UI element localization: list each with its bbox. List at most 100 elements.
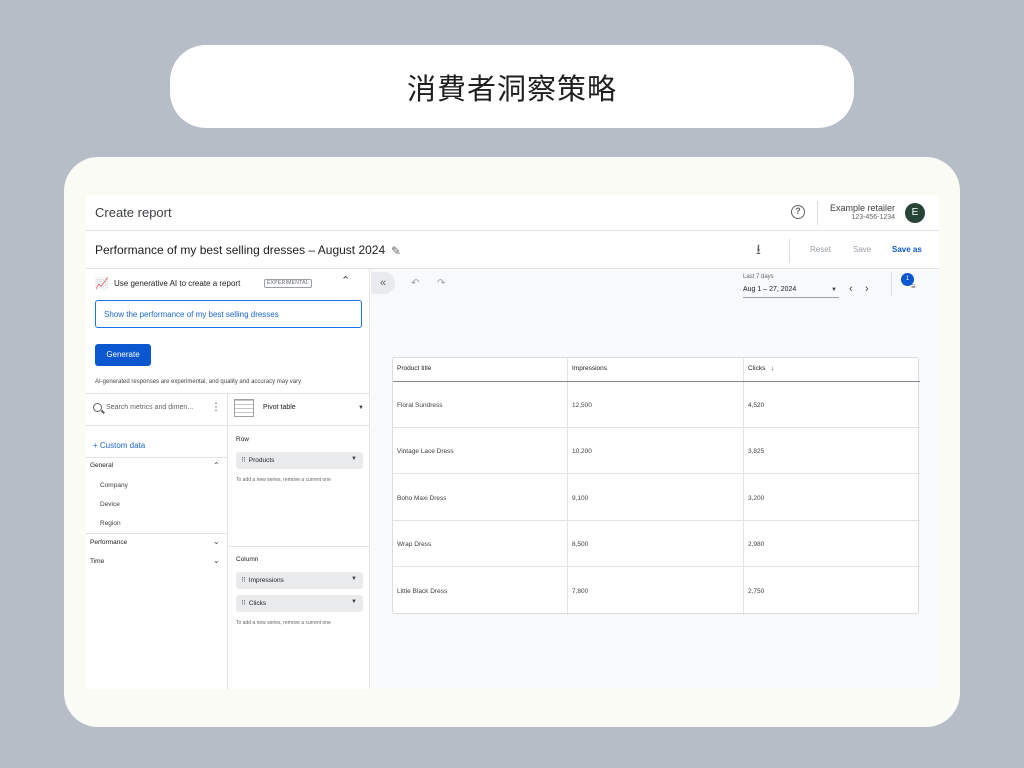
group-time[interactable]: Time <box>90 558 104 565</box>
column-section-label: Column <box>236 556 259 563</box>
header-label: Clicks <box>748 365 766 372</box>
column-chip[interactable]: ⠿ Impressions ▼ <box>236 572 363 589</box>
column-header-clicks[interactable]: Clicks ↓ <box>744 358 920 382</box>
group-performance[interactable]: Performance <box>90 539 127 546</box>
slide-title-pill: 消費者洞察策略 <box>170 45 854 128</box>
table-cell: Floral Sundress <box>393 382 568 428</box>
visualization-column: Pivot table ▼ Row ⠿ Products ▼ To add a n… <box>229 394 370 689</box>
dropdown-caret-icon[interactable]: ▼ <box>351 599 357 605</box>
divider <box>817 201 818 225</box>
page-title: Create report <box>95 205 172 220</box>
chevron-down-icon[interactable]: ⌄ <box>213 537 220 546</box>
divider <box>86 425 228 426</box>
collapse-panel-button[interactable]: « <box>371 272 395 294</box>
sort-arrow-icon[interactable]: ↓ <box>771 365 774 372</box>
slide-title: 消費者洞察策略 <box>406 71 617 106</box>
reset-button[interactable]: Reset <box>810 245 831 254</box>
divider <box>86 457 228 458</box>
table-cell: Wrap Dress <box>393 521 568 567</box>
dropdown-caret-icon[interactable]: ▼ <box>831 287 837 293</box>
table-cell: 9,100 <box>568 475 744 521</box>
table-cell: 12,500 <box>568 382 744 428</box>
ai-disclaimer: AI-generated responses are experimental,… <box>95 379 302 385</box>
avatar[interactable]: E <box>905 203 925 223</box>
ai-panel-label: Use generative AI to create a report <box>114 279 241 288</box>
table-cell: Little Black Dress <box>397 588 448 595</box>
chip-label: Clicks <box>248 600 267 607</box>
drag-handle-icon[interactable]: ⠿ <box>241 577 246 584</box>
chevron-left-icon[interactable]: ‹ <box>849 283 853 295</box>
chevron-right-icon[interactable]: › <box>865 283 869 295</box>
chip-label: Impressions <box>248 577 284 584</box>
left-panel: 📈 Use generative AI to create a report E… <box>86 269 370 689</box>
viz-type-select[interactable]: Pivot table <box>263 404 296 411</box>
date-range-underline <box>743 297 839 298</box>
divider <box>229 546 370 547</box>
divider <box>789 239 790 263</box>
drag-handle-icon[interactable]: ⠿ <box>241 457 246 464</box>
table-cell: 8,500 <box>568 521 744 567</box>
filter-icon[interactable]: ≡ <box>911 282 916 291</box>
screenshot-card: Create report ? Example retailer 123-456… <box>64 157 960 727</box>
dropdown-caret-icon[interactable]: ▼ <box>351 456 357 462</box>
date-range-label: Last 7 days <box>743 274 774 280</box>
drag-handle-icon[interactable]: ⠿ <box>241 600 246 607</box>
top-bar: Create report ? Example retailer 123-456… <box>86 195 939 231</box>
chevron-up-icon[interactable]: ⌃ <box>341 274 350 287</box>
save-as-button[interactable]: Save as <box>892 245 922 254</box>
metrics-search-input[interactable]: Search metrics and dimen... <box>106 404 193 411</box>
generate-button[interactable]: Generate <box>95 344 151 366</box>
table-cell: 10,200 <box>568 428 744 474</box>
table-cell: Vintage Lace Dress <box>393 428 568 474</box>
edit-pencil-icon[interactable]: ✎ <box>391 244 401 258</box>
row-hint: To add a new series, remove a current on… <box>236 477 331 483</box>
dropdown-caret-icon[interactable]: ▼ <box>351 576 357 582</box>
divider <box>86 533 228 534</box>
row-chip[interactable]: ⠿ Products ▼ <box>236 452 363 469</box>
chevron-down-icon[interactable]: ⌄ <box>213 556 220 565</box>
more-vert-icon[interactable]: ⋮ <box>211 402 221 413</box>
metrics-column: Search metrics and dimen... ⋮ + Custom d… <box>86 394 228 689</box>
help-icon[interactable]: ? <box>791 205 805 219</box>
download-icon[interactable]: ⭳ <box>756 239 761 263</box>
date-range-select[interactable]: Aug 1 – 27, 2024 <box>743 286 796 293</box>
account-name: Example retailer <box>829 203 895 213</box>
search-icon <box>93 403 102 412</box>
create-report-app: Create report ? Example retailer 123-456… <box>86 195 939 689</box>
dimension-item[interactable]: Device <box>100 501 120 508</box>
group-general[interactable]: General <box>90 462 113 469</box>
pivot-table-icon <box>234 399 254 417</box>
experimental-badge: EXPERIMENTAL <box>264 279 312 288</box>
pivot-table: Product title Impressions Clicks ↓ Flora… <box>392 357 920 615</box>
header-label: Product title <box>397 365 432 372</box>
custom-data-link[interactable]: + Custom data <box>93 441 145 450</box>
dimension-item[interactable]: Company <box>100 482 128 489</box>
account-id: 123-456-1234 <box>851 214 895 221</box>
header-label: Impressions <box>572 365 608 372</box>
column-header-product-title[interactable]: Product title <box>393 358 568 382</box>
dropdown-caret-icon[interactable]: ▼ <box>358 405 364 411</box>
report-name: Performance of my best selling dresses –… <box>95 243 386 257</box>
ai-chart-icon: 📈 <box>95 278 109 290</box>
save-button[interactable]: Save <box>853 245 871 254</box>
dimension-item[interactable]: Region <box>100 520 121 527</box>
divider <box>891 272 892 296</box>
table-cell: 3,200 <box>744 475 920 521</box>
column-header-impressions[interactable]: Impressions <box>568 358 744 382</box>
redo-icon[interactable]: ↷ <box>437 278 445 289</box>
table-cell: 2,980 <box>744 521 920 567</box>
table-cell: 7,800 <box>572 588 589 595</box>
ai-prompt-input[interactable]: Show the performance of my best selling … <box>95 300 362 328</box>
chevron-up-icon[interactable]: ⌃ <box>213 461 220 470</box>
undo-icon[interactable]: ↶ <box>411 278 419 289</box>
column-hint: To add a new series, remove a current on… <box>236 620 331 626</box>
column-chip[interactable]: ⠿ Clicks ▼ <box>236 595 363 612</box>
table-cell: 2,750 <box>748 588 765 595</box>
divider <box>229 425 370 426</box>
chip-label: Products <box>248 457 275 464</box>
report-name-bar: Performance of my best selling dresses –… <box>86 232 939 269</box>
report-canvas: « ↶ ↷ Last 7 days Aug 1 – 27, 2024 ▼ ‹ ›… <box>371 269 939 689</box>
table-cell: 4,520 <box>744 382 920 428</box>
row-section-label: Row <box>236 436 250 443</box>
table-cell: 3,825 <box>744 428 920 474</box>
